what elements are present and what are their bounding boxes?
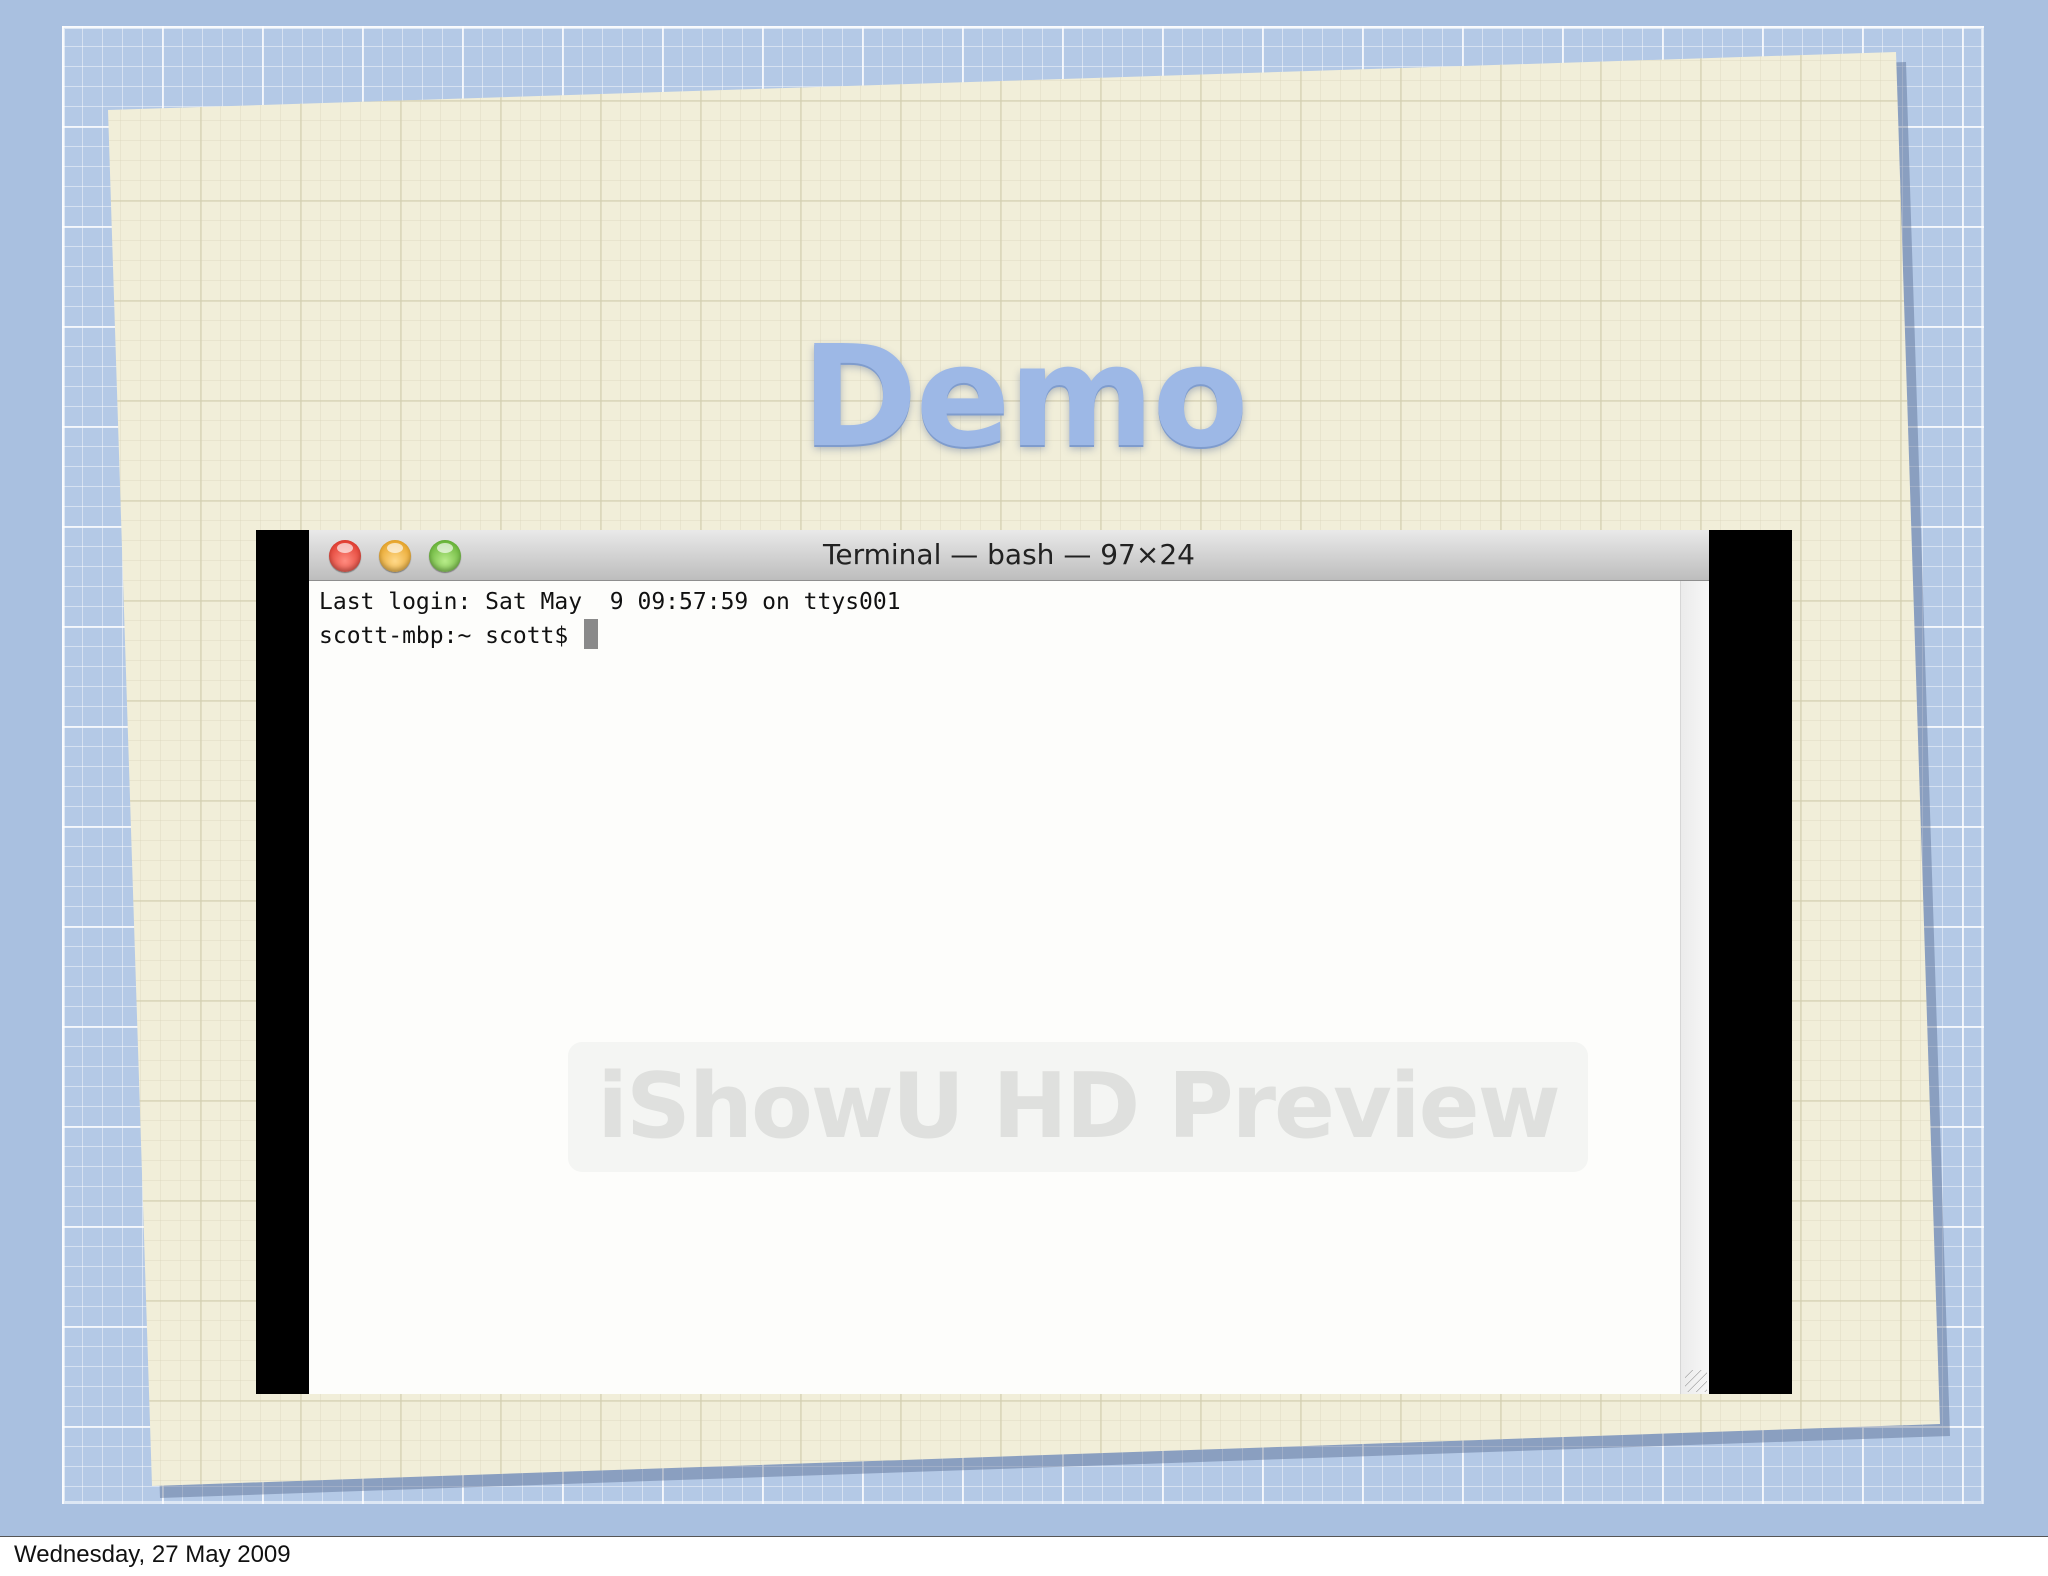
footer-divider <box>0 1536 2048 1537</box>
terminal-content[interactable]: Last login: Sat May 9 09:57:59 on ttys00… <box>319 586 1679 1386</box>
terminal-titlebar[interactable]: Terminal — bash — 97×24 <box>309 530 1709 581</box>
terminal-line-prompt: scott-mbp:~ scott$ <box>319 619 1679 653</box>
resize-grip-icon[interactable] <box>1685 1370 1707 1392</box>
vertical-scrollbar[interactable] <box>1680 581 1709 1394</box>
terminal-line-last-login: Last login: Sat May 9 09:57:59 on ttys00… <box>319 589 901 615</box>
slide: Demo Terminal — bash — 97×24 Last login:… <box>0 0 2048 1536</box>
window-title: Terminal — bash — 97×24 <box>823 538 1195 571</box>
watermark-overlay: iShowU HD Preview <box>568 1042 1588 1172</box>
terminal-window[interactable]: Terminal — bash — 97×24 Last login: Sat … <box>309 530 1709 1394</box>
video-frame: Terminal — bash — 97×24 Last login: Sat … <box>256 530 1792 1394</box>
text-cursor <box>584 619 599 649</box>
footer-date: Wednesday, 27 May 2009 <box>14 1541 291 1568</box>
shell-prompt: scott-mbp:~ scott$ <box>319 623 583 649</box>
slide-title: Demo <box>801 316 1248 479</box>
